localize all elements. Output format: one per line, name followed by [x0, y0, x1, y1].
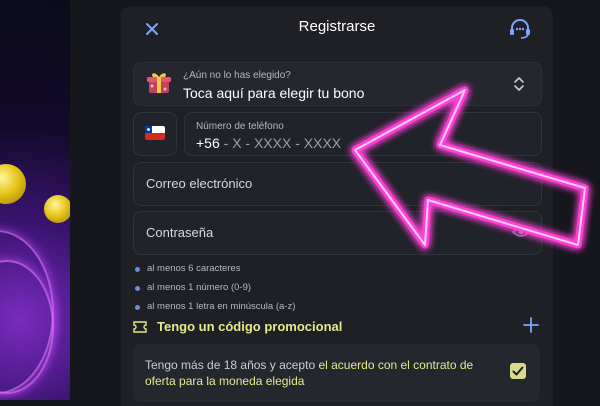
plus-button[interactable] [521, 315, 541, 335]
country-selector[interactable] [133, 112, 177, 156]
terms-text: Tengo más de 18 años y acepto el acuerdo… [145, 357, 485, 389]
password-label: Contraseña [146, 225, 214, 240]
casino-background [0, 0, 70, 400]
ticket-icon [133, 321, 147, 333]
modal-header: Registrarse [121, 6, 553, 50]
terms-agreement: Tengo más de 18 años y acepto el acuerdo… [133, 344, 540, 402]
phone-label: Número de teléfono [196, 121, 284, 132]
plus-icon [523, 317, 539, 333]
gift-icon [147, 73, 171, 93]
phone-value: +56 - X - XXXX - XXXX [196, 135, 341, 151]
phone-prefix: +56 [196, 135, 220, 151]
bonus-label: Toca aquí para elegir tu bono [183, 85, 365, 101]
coin-image [44, 195, 70, 223]
modal-title: Registrarse [298, 18, 376, 35]
chile-flag-icon [145, 126, 165, 140]
check-icon [512, 366, 524, 376]
headset-icon [510, 19, 530, 39]
rule-bullet [135, 286, 140, 291]
promo-label: Tengo un código promocional [157, 319, 343, 334]
bonus-hint: ¿Aún no lo has elegido? [183, 70, 291, 81]
rule-bullet [135, 305, 140, 310]
neon-arrow-overlay [351, 86, 589, 249]
terms-text-before: Tengo más de 18 años y acepto [145, 358, 319, 372]
phone-mask: - X - XXXX - XXXX [219, 135, 342, 151]
rule-text: al menos 6 caracteres [147, 263, 241, 274]
promo-code-toggle[interactable]: Tengo un código promocional [133, 317, 540, 339]
email-label: Correo electrónico [146, 176, 253, 191]
terms-checkbox[interactable] [510, 363, 526, 379]
rule-text: al menos 1 letra en minúscula (a-z) [147, 301, 296, 312]
coin-image [0, 164, 26, 204]
rule-bullet [135, 267, 140, 272]
rule-text: al menos 1 número (0-9) [147, 282, 252, 293]
support-button[interactable] [507, 17, 533, 41]
